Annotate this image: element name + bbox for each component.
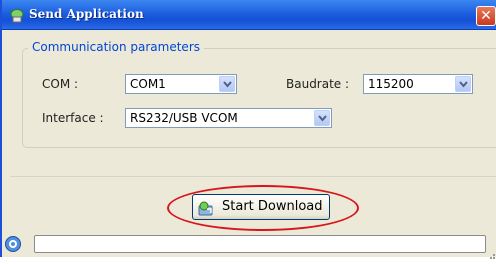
- close-button[interactable]: ✕: [476, 6, 496, 26]
- info-icon: [4, 235, 22, 253]
- download-icon: [198, 200, 214, 216]
- communication-parameters-group: [22, 48, 496, 148]
- baudrate-label: Baudrate :: [286, 77, 350, 91]
- com-select[interactable]: COM1: [125, 74, 237, 94]
- com-label: COM :: [42, 77, 79, 91]
- group-title: Communication parameters: [28, 39, 204, 55]
- start-download-button[interactable]: Start Download: [192, 194, 330, 220]
- chevron-down-icon[interactable]: [455, 76, 471, 92]
- divider: [10, 176, 496, 177]
- send-application-window: Send Application ✕ Communication paramet…: [0, 0, 496, 259]
- chevron-down-icon[interactable]: [219, 76, 235, 92]
- close-icon: ✕: [480, 8, 492, 24]
- app-icon: [10, 8, 24, 23]
- interface-value: RS232/USB VCOM: [130, 111, 238, 125]
- resize-grip-icon[interactable]: [486, 245, 496, 259]
- start-download-label: Start Download: [222, 199, 323, 214]
- status-field: [34, 235, 486, 253]
- baudrate-value: 115200: [368, 77, 414, 91]
- interface-select[interactable]: RS232/USB VCOM: [125, 108, 332, 128]
- com-value: COM1: [130, 77, 166, 91]
- chevron-down-icon[interactable]: [314, 110, 330, 126]
- window-title: Send Application: [29, 7, 144, 21]
- baudrate-select[interactable]: 115200: [363, 74, 473, 94]
- status-bar: [2, 233, 496, 259]
- title-bar[interactable]: Send Application ✕: [2, 0, 496, 30]
- interface-label: Interface :: [42, 111, 104, 125]
